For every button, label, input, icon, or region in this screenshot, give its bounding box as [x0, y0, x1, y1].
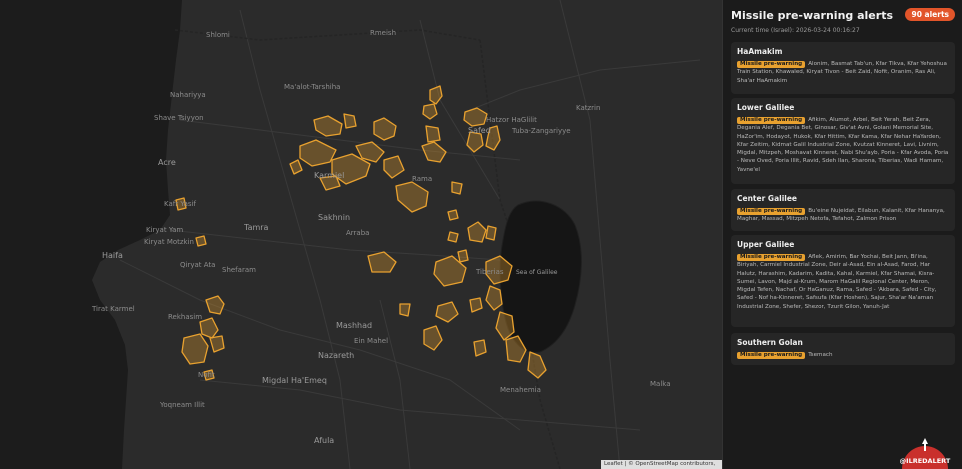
label-arraba: Arraba	[346, 229, 370, 237]
current-time: Current time (Israel): 2026-03-24 00:16:…	[731, 27, 860, 34]
label-acre: Acre	[158, 158, 176, 167]
region-card-upper-galilee: Upper Galilee Missile pre-warning Aflek, …	[731, 235, 955, 327]
label-nazareth: Nazareth	[318, 351, 355, 360]
map[interactable]: Shlomi Rmeish Nahariyya Ma'alot-Tarshiha…	[0, 0, 722, 469]
label-katzrin: Katzrin	[576, 104, 601, 112]
region-card-southern-golan: Southern Golan Missile pre-warning Tsemac…	[731, 333, 955, 365]
label-shlomi: Shlomi	[206, 31, 230, 39]
logo-text: @ILREDALERT	[900, 457, 951, 465]
label-nahariyya: Nahariyya	[170, 91, 206, 99]
label-tamra: Tamra	[244, 223, 269, 232]
region-name: Center Galilee	[737, 194, 798, 203]
missile-pre-warning-badge: Missile pre-warning	[737, 208, 806, 215]
region-name: HaAmakim	[737, 47, 783, 56]
label-tirat-karmel: Tirat Karmel	[92, 305, 135, 313]
red-alert-logo: @ILREDALERT	[900, 438, 951, 469]
missile-pre-warning-badge: Missile pre-warning	[737, 61, 806, 68]
label-migdal-haemeq: Migdal Ha'Emeq	[262, 376, 327, 385]
label-rekhasim: Rekhasim	[168, 313, 203, 321]
region-card-haamakim: HaAmakim Missile pre-warning Alonim, Basm…	[731, 42, 955, 94]
label-safed: Safed	[468, 126, 491, 135]
label-nofit: Nofit	[198, 371, 215, 379]
label-sakhnin: Sakhnin	[318, 213, 351, 222]
region-places: Tsemach	[808, 352, 833, 358]
label-rama: Rama	[412, 175, 433, 183]
panel-title: Missile pre-warning alerts	[731, 9, 893, 22]
alerts-panel: Missile pre-warning alerts 90 alerts Cur…	[722, 0, 962, 469]
label-afula: Afula	[314, 436, 335, 445]
alert-count-badge: 90 alerts	[905, 8, 955, 21]
label-tiberias: Tiberias	[476, 268, 504, 276]
label-tuba: Tuba-Zangariyye	[512, 127, 571, 135]
label-ein-mahel: Ein Mahel	[354, 337, 389, 345]
map-attribution[interactable]: Leaflet | © OpenStreetMap contributors, …	[601, 460, 722, 469]
label-qiryat-ata: Qiryat Ata	[180, 261, 216, 269]
region-places: Afikim, Alumot, Arbel, Beit Yerah, Beit …	[737, 117, 949, 173]
label-haifa: Haifa	[102, 251, 123, 260]
missile-pre-warning-badge: Missile pre-warning	[737, 254, 806, 261]
label-kafr-yasif: Kafr Yasif	[164, 200, 196, 208]
label-maalot: Ma'alot-Tarshiha	[284, 83, 341, 91]
region-places: Aflek, Amirim, Bar Yochai, Beit Jann, Bi…	[737, 254, 937, 310]
label-rmeish: Rmeish	[370, 29, 397, 37]
region-name: Lower Galilee	[737, 103, 795, 112]
label-shave-tsiyyon: Shave Tsiyyon	[154, 114, 204, 122]
missile-pre-warning-badge: Missile pre-warning	[737, 352, 806, 359]
label-kiryat-motzkin: Kiryat Motzkin	[144, 238, 194, 246]
label-kiryat-yam: Kiryat Yam	[146, 226, 184, 234]
label-sea-of-galilee: Sea of Galilee	[516, 269, 558, 276]
label-menahemia: Menahemia	[500, 386, 541, 394]
region-card-lower-galilee: Lower Galilee Missile pre-warning Afikim,…	[731, 98, 955, 184]
region-card-center-galilee: Center Galilee Missile pre-warning Bu'ein…	[731, 189, 955, 231]
region-name: Southern Golan	[737, 338, 803, 347]
label-malka: Malka	[650, 380, 671, 388]
missile-pre-warning-badge: Missile pre-warning	[737, 117, 806, 124]
region-name: Upper Galilee	[737, 240, 795, 249]
label-hatzor: Hatzor HaGlilit	[486, 116, 537, 124]
label-shefaram: Shefaram	[222, 266, 256, 274]
label-mashhad: Mashhad	[336, 321, 373, 330]
label-yoqneam: Yoqneam Illit	[160, 401, 205, 409]
label-karmiel: Karmiel	[314, 171, 345, 180]
